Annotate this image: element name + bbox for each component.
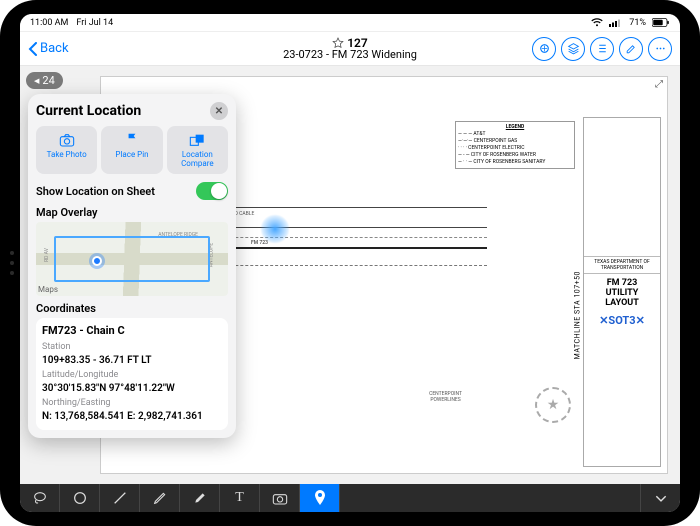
badge-count: 24: [42, 74, 54, 87]
battery-icon: [652, 18, 670, 27]
coords-heading: Coordinates: [36, 302, 228, 315]
current-location-panel: Current Location ✕ Take Photo Place Pin …: [28, 94, 236, 438]
lasso-tool[interactable]: [20, 484, 60, 512]
panel-title: Current Location: [36, 103, 141, 119]
take-photo-button[interactable]: Take Photo: [36, 126, 97, 174]
expand-icon[interactable]: ⤢: [655, 79, 663, 90]
nav-title: 127 23-0723 - FM 723 Widening: [20, 37, 680, 61]
star-icon[interactable]: [332, 37, 344, 49]
markup-count-badge[interactable]: 24: [26, 72, 63, 89]
markup-toolbar: T: [20, 484, 680, 512]
close-panel-button[interactable]: ✕: [210, 102, 228, 120]
highlighter-tool[interactable]: [180, 484, 220, 512]
ne-value: N: 13,768,584.541 E: 2,982,741.361: [42, 410, 222, 424]
circle-tool[interactable]: [60, 484, 100, 512]
wifi-icon: [591, 18, 603, 27]
camera-icon: [38, 132, 95, 148]
matchline-label: MATCHLINE STA 107+50: [573, 271, 581, 359]
compare-icon: [169, 132, 226, 148]
status-bar: 11:00 AM Fri Jul 14 71%: [20, 14, 680, 32]
toolbar-collapse[interactable]: [640, 484, 680, 512]
sheet-frame-overlay: [54, 236, 210, 282]
powerline-note: CENTERPOINT POWERLINES: [429, 391, 462, 403]
map-attribution: Maps: [38, 285, 58, 294]
title-block: TEXAS DEPARTMENT OF TRANSPORTATION FM 72…: [583, 117, 661, 467]
flag-icon: [103, 132, 160, 148]
nav-bar: Back 127 23-0723 - FM 723 Widening: [20, 32, 680, 66]
latlon-value: 30°30'15.83"N 97°48'11.22"W: [42, 382, 222, 396]
cell-icon: [609, 18, 623, 27]
location-compare-button[interactable]: Location Compare: [167, 126, 228, 174]
station-value: 109+83.35 - 36.71 FT LT: [42, 354, 222, 368]
status-date: Fri Jul 14: [76, 18, 113, 28]
camera-tool[interactable]: [260, 484, 300, 512]
line-tool[interactable]: [100, 484, 140, 512]
pin-tool[interactable]: [300, 484, 340, 512]
status-time: 11:00 AM: [30, 18, 68, 28]
pen-tool[interactable]: [140, 484, 180, 512]
map-overlay[interactable]: RD AV ANTELOPE RIDGE ANTELOPE Maps: [36, 222, 228, 296]
map-pin: [92, 256, 102, 266]
coordinates-card: FM723 - Chain C Station 109+83.35 - 36.7…: [36, 318, 228, 430]
toggle-label: Show Location on Sheet: [36, 185, 155, 198]
legend-title: LEGEND: [458, 124, 572, 131]
page-number: 127: [347, 37, 368, 49]
revision-stamp: ✕SOT3✕: [584, 312, 660, 329]
chain-name: FM723 - Chain C: [42, 324, 222, 338]
content-area[interactable]: ⤢ LEGEND — — — AT&T —·—·— CENTERPOINT GA…: [20, 66, 680, 484]
place-pin-button[interactable]: Place Pin: [101, 126, 162, 174]
nav-subtitle: 23-0723 - FM 723 Widening: [20, 49, 680, 61]
map-overlay-label: Map Overlay: [36, 206, 228, 219]
engineer-seal: [535, 387, 571, 423]
battery-pct: 71%: [629, 18, 646, 28]
text-tool[interactable]: T: [220, 484, 260, 512]
legend-box: LEGEND — — — AT&T —·—·— CENTERPOINT GAS …: [455, 121, 575, 169]
show-location-toggle[interactable]: [196, 182, 228, 200]
